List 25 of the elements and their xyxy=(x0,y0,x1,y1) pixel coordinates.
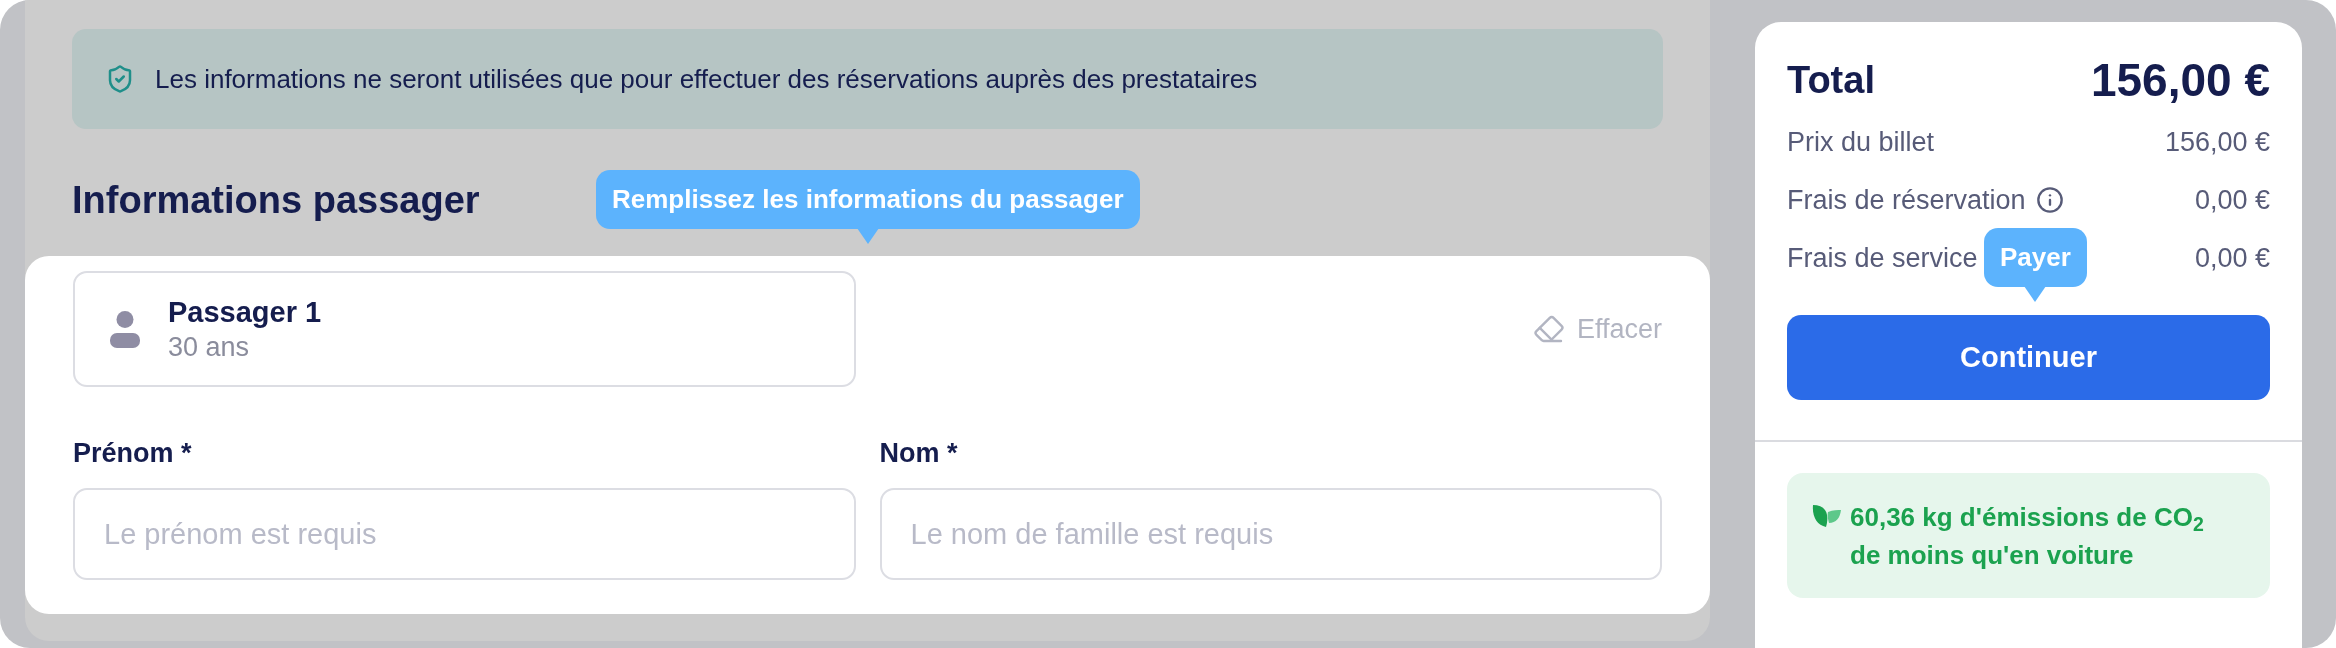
info-icon[interactable] xyxy=(2035,186,2064,214)
person-icon xyxy=(110,310,140,348)
leaves-icon xyxy=(1812,504,1842,528)
banner-text: Les informations ne seront utilisées que pour effectuer des réservations auprès des prestataires xyxy=(155,62,1258,96)
price-label: Frais de réservation xyxy=(1787,183,2026,217)
field-label: Nom * xyxy=(879,437,958,469)
total-amount: 156,00 € xyxy=(2090,52,2270,108)
price-value: 0,00 € xyxy=(2194,241,2270,275)
tooltip: Remplissez les informations du passager xyxy=(596,170,1140,244)
emissions-text: 60,36 kg d'émissions de CO$_{2}$ de moins qu'en voiture xyxy=(1850,501,2205,572)
passenger-name: Passager 1 xyxy=(168,295,322,330)
price-label: Prix du billet xyxy=(1787,125,1935,159)
tooltip: Payer xyxy=(1984,228,2087,302)
price-value: 156,00 € xyxy=(2164,125,2270,159)
continue-button[interactable]: Continuer xyxy=(1787,315,2270,400)
price-value: 0,00 € xyxy=(2194,183,2270,217)
input-field[interactable]: Le nom de famille est requis xyxy=(879,488,1662,580)
price-label: Frais de service xyxy=(1787,241,1978,275)
passenger-age: 30 ans xyxy=(168,331,251,364)
passenger-card[interactable]: Passager 1 30 ans xyxy=(73,271,856,387)
field-label: Prénom * xyxy=(73,437,192,469)
total-label: Total xyxy=(1787,57,1875,103)
input-field[interactable]: Le prénom est requis xyxy=(73,488,856,580)
section-title: Informations passager xyxy=(72,178,480,222)
eraser-icon xyxy=(1532,313,1565,345)
